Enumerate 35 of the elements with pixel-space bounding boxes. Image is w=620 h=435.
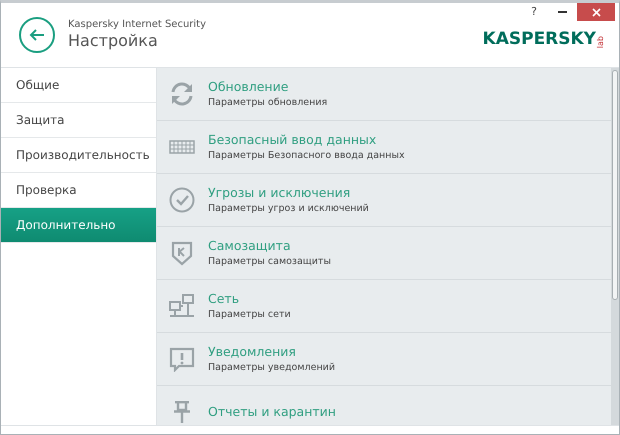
setting-description: Параметры самозащиты [208,254,331,268]
setting-description: Параметры обновления [208,96,328,110]
shield-icon [169,240,195,266]
setting-link[interactable]: Безопасный ввод данных [208,132,405,149]
scrollbar[interactable] [611,68,619,425]
setting-description: Параметры Безопасного ввода данных [208,148,405,162]
minimize-icon [558,11,566,13]
window-title: Настройка [68,30,159,52]
setting-description: Параметры угроз и исключений [208,202,369,216]
setting-link[interactable]: Сеть [208,290,291,308]
check-circle-icon [169,187,195,213]
sidebar-item[interactable]: Общие [1,68,156,103]
sidebar-item[interactable]: Дополнительно [1,208,156,243]
sidebar-item[interactable]: Защита [1,103,156,138]
logo-wordmark: KASPERSKY [482,31,596,48]
back-arrow-icon [29,28,45,42]
setting-description: Параметры уведомлений [208,360,336,374]
setting-link[interactable]: Отчеты и карантин [208,404,336,420]
setting-link[interactable]: Уведомления [208,344,336,361]
scrollbar-thumb[interactable] [612,70,618,300]
setting-description: Параметры сети [208,308,291,322]
logo-suffix: lab [597,36,605,48]
network-icon [169,293,195,319]
help-button[interactable]: ? [521,3,547,22]
sidebar-item[interactable]: Производительность [1,138,156,173]
setting-link[interactable]: Угрозы и исключения [208,184,369,202]
close-button[interactable] [577,3,615,21]
app-name: Kaspersky Internet Security [68,18,206,31]
close-icon [592,8,600,16]
back-button[interactable] [19,17,55,53]
refresh-icon [169,81,195,107]
alert-bubble-icon [169,346,195,372]
pin-icon [173,401,191,423]
setting-link[interactable]: Обновление [208,78,328,96]
setting-link[interactable]: Самозащита [208,238,331,255]
